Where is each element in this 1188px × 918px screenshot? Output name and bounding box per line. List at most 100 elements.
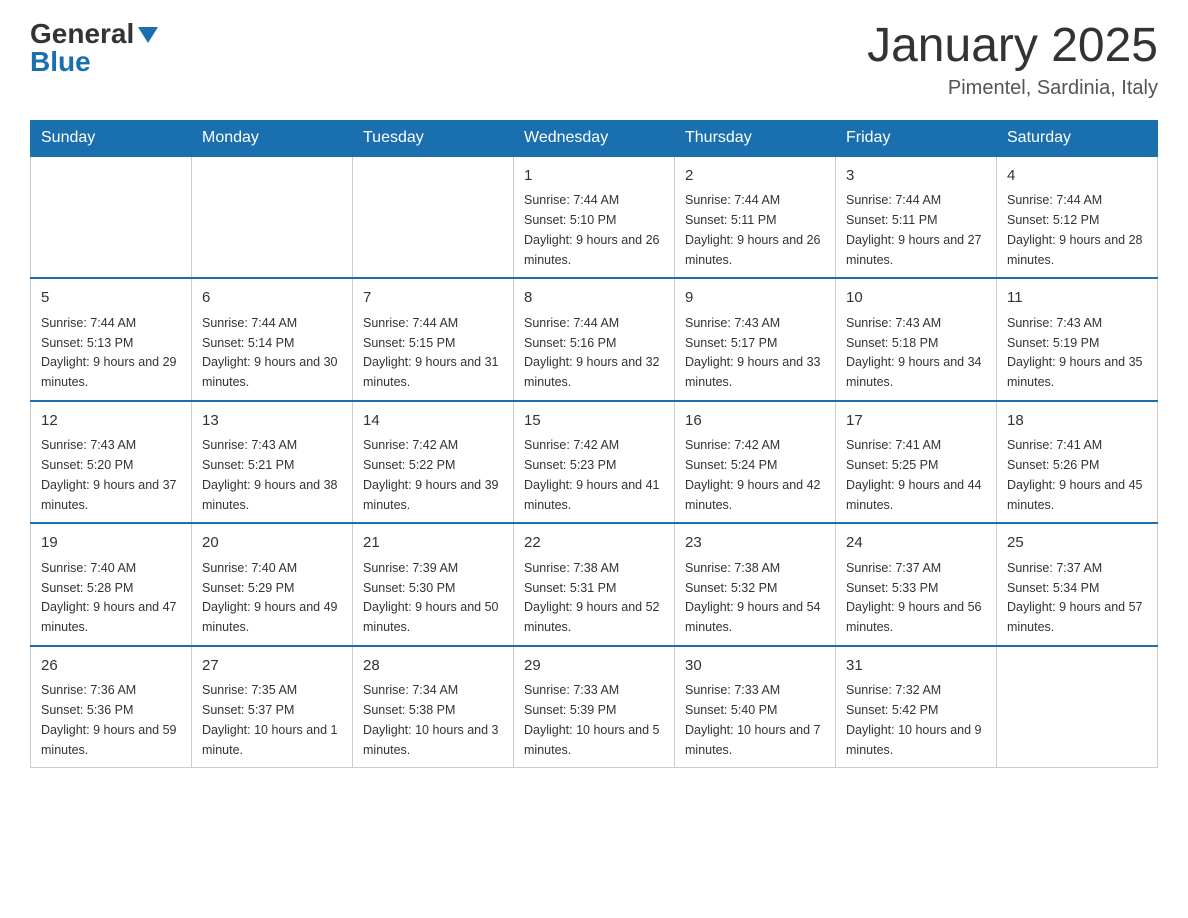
calendar-header-sunday: Sunday <box>31 120 192 156</box>
logo-text: General <box>30 20 158 48</box>
calendar-cell: 7Sunrise: 7:44 AMSunset: 5:15 PMDaylight… <box>353 278 514 401</box>
day-number: 9 <box>685 287 825 310</box>
calendar-cell: 25Sunrise: 7:37 AMSunset: 5:34 PMDayligh… <box>997 523 1158 646</box>
calendar-header-monday: Monday <box>192 120 353 156</box>
calendar-cell: 30 Sunrise: 7:33 AMSunset: 5:40 PMDayligh… <box>675 646 836 768</box>
calendar-cell: 27 Sunrise: 7:35 AMSunset: 5:37 PMDayligh… <box>192 646 353 768</box>
day-info: Sunrise: 7:38 AMSunset: 5:31 PMDaylight:… <box>524 561 660 634</box>
day-info: Sunrise: 7:33 AMSunset: 5:39 PMDaylight:… <box>524 683 660 756</box>
calendar-cell: 20 Sunrise: 7:40 AMSunset: 5:29 PMDayligh… <box>192 523 353 646</box>
day-info: Sunrise: 7:43 AMSunset: 5:19 PMDaylight:… <box>1007 316 1143 389</box>
day-number: 12 <box>41 410 181 433</box>
day-number: 14 <box>363 410 503 433</box>
day-number: 13 <box>202 410 342 433</box>
calendar-cell: 5 Sunrise: 7:44 AMSunset: 5:13 PMDaylight… <box>31 278 192 401</box>
day-number: 2 <box>685 165 825 188</box>
day-info: Sunrise: 7:41 AMSunset: 5:25 PMDaylight:… <box>846 438 982 511</box>
day-info: Sunrise: 7:34 AMSunset: 5:38 PMDaylight:… <box>363 683 499 756</box>
calendar-cell: 4 Sunrise: 7:44 AMSunset: 5:12 PMDaylight… <box>997 156 1158 279</box>
page-header: General Blue January 2025 Pimentel, Sard… <box>30 20 1158 100</box>
day-info: Sunrise: 7:43 AMSunset: 5:17 PMDaylight:… <box>685 316 821 389</box>
day-number: 29 <box>524 655 664 678</box>
day-info: Sunrise: 7:44 AMSunset: 5:11 PMDaylight:… <box>685 193 821 266</box>
day-info: Sunrise: 7:42 AMSunset: 5:22 PMDaylight:… <box>363 438 499 511</box>
day-number: 19 <box>41 532 181 555</box>
day-info: Sunrise: 7:36 AMSunset: 5:36 PMDaylight:… <box>41 683 177 756</box>
calendar-cell: 2 Sunrise: 7:44 AMSunset: 5:11 PMDaylight… <box>675 156 836 279</box>
day-info: Sunrise: 7:43 AMSunset: 5:18 PMDaylight:… <box>846 316 982 389</box>
day-info: Sunrise: 7:33 AMSunset: 5:40 PMDaylight:… <box>685 683 821 756</box>
day-number: 17 <box>846 410 986 433</box>
day-number: 6 <box>202 287 342 310</box>
day-info: Sunrise: 7:37 AMSunset: 5:33 PMDaylight:… <box>846 561 982 634</box>
day-info: Sunrise: 7:44 AMSunset: 5:16 PMDaylight:… <box>524 316 660 389</box>
calendar-cell: 21Sunrise: 7:39 AMSunset: 5:30 PMDayligh… <box>353 523 514 646</box>
day-number: 20 <box>202 532 342 555</box>
calendar-cell <box>997 646 1158 768</box>
calendar-cell: 6 Sunrise: 7:44 AMSunset: 5:14 PMDaylight… <box>192 278 353 401</box>
day-number: 1 <box>524 165 664 188</box>
calendar-cell: 13 Sunrise: 7:43 AMSunset: 5:21 PMDayligh… <box>192 401 353 524</box>
day-number: 4 <box>1007 165 1147 188</box>
calendar-cell: 19 Sunrise: 7:40 AMSunset: 5:28 PMDayligh… <box>31 523 192 646</box>
logo-blue: Blue <box>30 48 91 76</box>
calendar-cell: 16Sunrise: 7:42 AMSunset: 5:24 PMDayligh… <box>675 401 836 524</box>
day-number: 31 <box>846 655 986 678</box>
calendar-header-saturday: Saturday <box>997 120 1158 156</box>
calendar-cell <box>192 156 353 279</box>
calendar-cell: 23 Sunrise: 7:38 AMSunset: 5:32 PMDayligh… <box>675 523 836 646</box>
title-section: January 2025 Pimentel, Sardinia, Italy <box>867 20 1158 100</box>
day-number: 18 <box>1007 410 1147 433</box>
calendar-cell <box>31 156 192 279</box>
day-info: Sunrise: 7:40 AMSunset: 5:29 PMDaylight:… <box>202 561 338 634</box>
calendar-header-thursday: Thursday <box>675 120 836 156</box>
calendar-cell: 28Sunrise: 7:34 AMSunset: 5:38 PMDayligh… <box>353 646 514 768</box>
calendar-cell: 22Sunrise: 7:38 AMSunset: 5:31 PMDayligh… <box>514 523 675 646</box>
day-info: Sunrise: 7:40 AMSunset: 5:28 PMDaylight:… <box>41 561 177 634</box>
day-number: 15 <box>524 410 664 433</box>
day-number: 3 <box>846 165 986 188</box>
calendar-cell: 29 Sunrise: 7:33 AMSunset: 5:39 PMDayligh… <box>514 646 675 768</box>
calendar-cell <box>353 156 514 279</box>
location: Pimentel, Sardinia, Italy <box>867 77 1158 100</box>
day-number: 7 <box>363 287 503 310</box>
day-info: Sunrise: 7:39 AMSunset: 5:30 PMDaylight:… <box>363 561 499 634</box>
day-number: 27 <box>202 655 342 678</box>
day-number: 30 <box>685 655 825 678</box>
calendar-header-tuesday: Tuesday <box>353 120 514 156</box>
calendar-cell: 31 Sunrise: 7:32 AMSunset: 5:42 PMDayligh… <box>836 646 997 768</box>
calendar-cell: 10 Sunrise: 7:43 AMSunset: 5:18 PMDayligh… <box>836 278 997 401</box>
day-info: Sunrise: 7:44 AMSunset: 5:14 PMDaylight:… <box>202 316 338 389</box>
calendar-cell: 8 Sunrise: 7:44 AMSunset: 5:16 PMDaylight… <box>514 278 675 401</box>
day-info: Sunrise: 7:43 AMSunset: 5:21 PMDaylight:… <box>202 438 338 511</box>
day-number: 23 <box>685 532 825 555</box>
calendar-cell: 26 Sunrise: 7:36 AMSunset: 5:36 PMDayligh… <box>31 646 192 768</box>
day-number: 26 <box>41 655 181 678</box>
day-info: Sunrise: 7:42 AMSunset: 5:23 PMDaylight:… <box>524 438 660 511</box>
calendar-cell: 3 Sunrise: 7:44 AMSunset: 5:11 PMDaylight… <box>836 156 997 279</box>
month-title: January 2025 <box>867 20 1158 73</box>
day-number: 16 <box>685 410 825 433</box>
calendar-week-5: 26 Sunrise: 7:36 AMSunset: 5:36 PMDayligh… <box>31 646 1158 768</box>
day-info: Sunrise: 7:41 AMSunset: 5:26 PMDaylight:… <box>1007 438 1143 511</box>
calendar-week-1: 1 Sunrise: 7:44 AMSunset: 5:10 PMDaylight… <box>31 156 1158 279</box>
day-info: Sunrise: 7:44 AMSunset: 5:11 PMDaylight:… <box>846 193 982 266</box>
calendar-cell: 12 Sunrise: 7:43 AMSunset: 5:20 PMDayligh… <box>31 401 192 524</box>
day-info: Sunrise: 7:38 AMSunset: 5:32 PMDaylight:… <box>685 561 821 634</box>
day-number: 10 <box>846 287 986 310</box>
calendar-cell: 14 Sunrise: 7:42 AMSunset: 5:22 PMDayligh… <box>353 401 514 524</box>
logo: General Blue <box>30 20 158 76</box>
day-info: Sunrise: 7:43 AMSunset: 5:20 PMDaylight:… <box>41 438 177 511</box>
day-info: Sunrise: 7:32 AMSunset: 5:42 PMDaylight:… <box>846 683 982 756</box>
day-info: Sunrise: 7:35 AMSunset: 5:37 PMDaylight:… <box>202 683 338 756</box>
day-info: Sunrise: 7:44 AMSunset: 5:10 PMDaylight:… <box>524 193 660 266</box>
calendar-cell: 9 Sunrise: 7:43 AMSunset: 5:17 PMDaylight… <box>675 278 836 401</box>
logo-triangle-icon <box>138 27 158 43</box>
calendar-cell: 24Sunrise: 7:37 AMSunset: 5:33 PMDayligh… <box>836 523 997 646</box>
day-info: Sunrise: 7:44 AMSunset: 5:12 PMDaylight:… <box>1007 193 1143 266</box>
day-info: Sunrise: 7:44 AMSunset: 5:13 PMDaylight:… <box>41 316 177 389</box>
day-number: 11 <box>1007 287 1147 310</box>
day-number: 5 <box>41 287 181 310</box>
calendar-week-3: 12 Sunrise: 7:43 AMSunset: 5:20 PMDayligh… <box>31 401 1158 524</box>
day-number: 8 <box>524 287 664 310</box>
